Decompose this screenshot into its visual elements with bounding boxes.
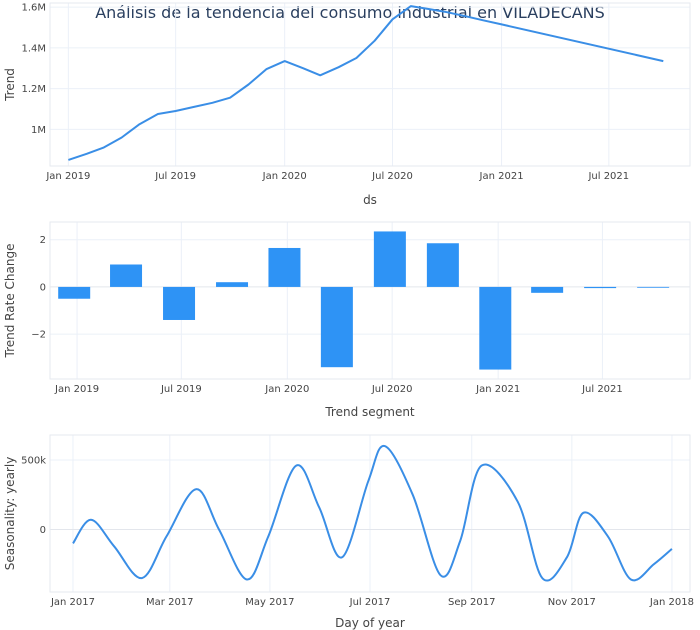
bar [58,286,91,299]
bar [163,286,196,320]
x-tick-label: May 2017 [245,597,294,608]
x-tick-label: Jan 2020 [262,171,307,182]
x-axis-title: ds [363,193,377,207]
x-tick-label: Jan 2017 [50,597,95,608]
y-tick-label: 1M [31,125,46,136]
figure: Análisis de la tendencia del consumo ind… [3,2,694,630]
bar [479,286,512,370]
y-axis-title: Seasonality: yearly [3,457,17,571]
y-tick-label: 500k [21,456,46,467]
seasonality-line [72,445,673,582]
bar [531,286,564,293]
x-tick-label: Mar 2017 [146,597,194,608]
y-tick-label: 1.6M [21,3,46,14]
chart-title: Análisis de la tendencia del consumo ind… [95,3,605,22]
x-tick-label: Jul 2021 [587,171,629,182]
bar [426,243,459,287]
x-tick-label: Jul 2017 [349,597,391,608]
x-tick-label: Jul 2021 [581,384,623,395]
bar [320,286,353,368]
y-tick-label: 1.4M [21,43,46,54]
x-tick-label: Jan 2021 [479,171,524,182]
y-tick-label: 0 [40,282,46,293]
plot-frame [49,2,691,167]
x-axis-title: Day of year [335,616,405,630]
y-tick-label: −2 [31,330,46,341]
y-axis-title: Trend Rate Change [3,244,17,359]
x-tick-label: Jan 2021 [475,384,520,395]
x-tick-label: Nov 2017 [548,597,596,608]
y-axis-title: Trend [3,68,17,102]
trend-line [68,5,664,161]
y-tick-label: 1.2M [21,84,46,95]
x-tick-label: Jan 2018 [649,597,694,608]
trend-panel: Jan 2019 Jul 2019 Jan 2020 Jul 2020 Jan 2021… [3,2,691,207]
y-tick-label: 2 [40,235,46,246]
x-tick-label: Jul 2020 [371,171,413,182]
bar [216,282,249,287]
x-tick-label: Sep 2017 [448,597,495,608]
x-axis-title: Trend segment [324,405,415,419]
bar [373,231,406,287]
x-tick-label: Jul 2020 [371,384,413,395]
x-tick-label: Jan 2019 [45,171,90,182]
bar [584,286,617,289]
y-tick-label: 0 [40,525,46,536]
x-tick-label: Jan 2020 [264,384,309,395]
x-tick-label: Jan 2019 [54,384,99,395]
plot-frame [49,221,691,380]
bar [268,247,301,287]
bar [637,286,670,288]
x-tick-label: Jul 2019 [160,384,202,395]
seasonality-panel: Jan 2017 Mar 2017 May 2017 Jul 2017 Sep 2017… [3,434,694,630]
bar [110,264,143,287]
trend-rate-change-panel: Jan 2019 Jul 2019 Jan 2020 Jul 2020 Jan 2021… [3,221,691,419]
x-tick-label: Jul 2019 [154,171,196,182]
